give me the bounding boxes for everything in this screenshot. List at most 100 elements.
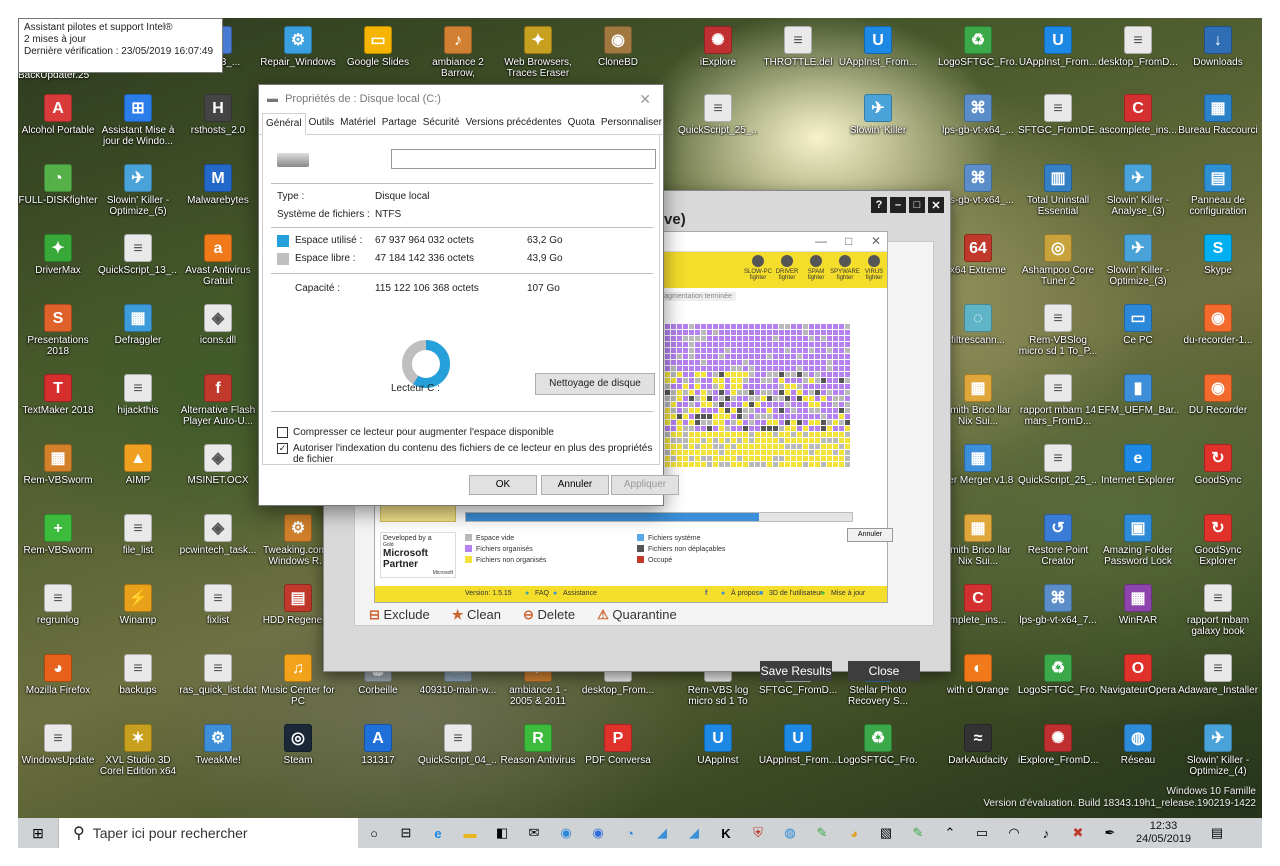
desktop-icon[interactable]: ◉ CloneBD: [578, 24, 658, 86]
fighter-link[interactable]: SPYWARE fighter: [830, 255, 860, 281]
k7-icon[interactable]: K: [712, 822, 740, 844]
desktop-icon[interactable]: ✈ Slowin' Killer - Analyse_(3): [1098, 162, 1178, 224]
desktop-icon[interactable]: M Malwarebytes: [178, 162, 258, 224]
dialog-tab[interactable]: Versions précédentes: [462, 113, 564, 134]
desktop-icon[interactable]: ✈ Slowin' Killer: [838, 92, 918, 154]
desktop-icon[interactable]: ▤ Panneau de configuration: [1178, 162, 1258, 224]
faq-link[interactable]: FAQ: [535, 586, 549, 602]
desktop-icon[interactable]: ◈ MSINET.OCX: [178, 442, 258, 504]
user-guide-link[interactable]: 3D de l'utilisateur: [769, 586, 822, 602]
dialog-tab[interactable]: Partage: [379, 113, 420, 134]
desktop-icon[interactable]: ↻ GoodSync: [1178, 442, 1258, 504]
desktop-icon[interactable]: ⚡ Winamp: [98, 582, 178, 644]
desktop-icon[interactable]: ▦ Defraggler: [98, 302, 178, 364]
desktop-icon[interactable]: ≡ QuickScript_25_...: [678, 92, 758, 154]
desktop-icon[interactable]: ≡ Adaware_Installer: [1178, 652, 1258, 714]
desktop-icon[interactable]: ≡ QuickScript_13_...: [98, 232, 178, 294]
desktop-icon[interactable]: ♪ ambiance 2 Barrow, ushuaia...: [418, 24, 498, 86]
close-button[interactable]: Close: [848, 661, 920, 681]
desktop-icon[interactable]: U UAppInst_From...: [758, 722, 838, 784]
faq-icon[interactable]: ●: [525, 586, 529, 602]
desktop-icon[interactable]: A Alcohol Portable: [18, 92, 98, 154]
app-icon[interactable]: ◕: [840, 822, 868, 844]
desktop-icon[interactable]: ≡ QuickScript_25_...: [1018, 442, 1098, 504]
desktop-icon[interactable]: ♻ LogoSFTGC_Fro...: [1018, 652, 1098, 714]
app-icon[interactable]: ▧: [872, 822, 900, 844]
desktop-icon[interactable]: ▣ Amazing Folder Password Lock: [1098, 512, 1178, 574]
search-box[interactable]: ⚲ Taper ici pour rechercher: [58, 818, 358, 848]
desktop-icon[interactable]: ✺ iExplore_FromD...: [1018, 722, 1098, 784]
scan-action[interactable]: ★ Clean: [452, 607, 501, 623]
help-icon[interactable]: ?: [871, 197, 887, 213]
desktop-icon[interactable]: ▥ Total Uninstall Essential: [1018, 162, 1098, 224]
desktop-icon[interactable]: ▭ Ce PC: [1098, 302, 1178, 364]
desktop-icon[interactable]: A 131317: [338, 722, 418, 784]
desktop-icon[interactable]: ✦ DriverMax: [18, 232, 98, 294]
cortana-icon[interactable]: ○: [360, 822, 388, 844]
mail-icon[interactable]: ✉: [520, 822, 548, 844]
index-checkbox[interactable]: ✓: [277, 443, 288, 454]
app-icon[interactable]: ◔: [616, 822, 644, 844]
compress-checkbox[interactable]: [277, 427, 288, 438]
desktop-icon[interactable]: S Presentations 2018: [18, 302, 98, 364]
chevron-up-icon[interactable]: ⌃: [936, 822, 964, 844]
task-view-icon[interactable]: ⊟: [392, 822, 420, 844]
app-icon[interactable]: ◢: [680, 822, 708, 844]
desktop-icon[interactable]: ◍ Réseau: [1098, 722, 1178, 784]
app-icon[interactable]: ◉: [552, 822, 580, 844]
update-link[interactable]: Mise à jour: [831, 586, 865, 602]
volume-icon[interactable]: ♪: [1032, 822, 1060, 844]
desktop-icon[interactable]: ⊞ Assistant Mise à jour de Windo...: [98, 92, 178, 154]
save-results-button[interactable]: Save Results: [760, 661, 832, 681]
close-icon[interactable]: ✕: [639, 85, 651, 113]
dialog-tab[interactable]: Sécurité: [420, 113, 463, 134]
dialog-tab[interactable]: Personnaliser: [598, 113, 665, 134]
desktop-icon[interactable]: ◕ Mozilla Firefox: [18, 652, 98, 714]
dialog-tab[interactable]: Général: [262, 113, 306, 135]
fighter-link[interactable]: VIRUS fighter: [859, 255, 889, 281]
app-icon[interactable]: ◢: [648, 822, 676, 844]
wifi-icon[interactable]: ◠: [1000, 822, 1028, 844]
clock[interactable]: 12:33 24/05/2019: [1136, 820, 1191, 846]
desktop-icon[interactable]: ▮ EFM_UEFM_Bar...: [1098, 372, 1178, 434]
fighter-link[interactable]: DRIVER fighter: [772, 255, 802, 281]
edge-icon[interactable]: e: [424, 822, 452, 844]
notifications-icon[interactable]: ▤: [1203, 822, 1231, 844]
desktop-icon[interactable]: ▦ WinRAR: [1098, 582, 1178, 644]
desktop-icon[interactable]: ◈ icons.dll: [178, 302, 258, 364]
security-icon[interactable]: ✖: [1064, 822, 1092, 844]
desktop-icon[interactable]: ◎ Steam: [258, 722, 338, 784]
desktop-icon[interactable]: ↓ Downloads: [1178, 24, 1258, 86]
desktop-icon[interactable]: ≡ rapport mbam 14 mars_FromD...: [1018, 372, 1098, 434]
app-icon[interactable]: ◍: [776, 822, 804, 844]
desktop-icon[interactable]: ≡ backups: [98, 652, 178, 714]
desktop-icon[interactable]: ✈ Slowin' Killer - Optimize_(3): [1098, 232, 1178, 294]
desktop-icon[interactable]: Hrsthosts_2.0: [178, 92, 258, 154]
desktop-icon[interactable]: f Alternative Flash Player Auto-U...: [178, 372, 258, 434]
desktop-icon[interactable]: ≡ hijackthis: [98, 372, 178, 434]
desktop-icon[interactable]: ≡ ras_quick_list.dat: [178, 652, 258, 714]
desktop-icon[interactable]: ≡ desktop_FromD...: [1098, 24, 1178, 86]
desktop-icon[interactable]: e Internet Explorer: [1098, 442, 1178, 504]
app-icon[interactable]: ✎: [808, 822, 836, 844]
assistance-link[interactable]: Assistance: [563, 586, 597, 602]
facebook-icon[interactable]: f: [705, 586, 707, 602]
drive-properties-dialog[interactable]: ▬ Propriétés de : Disque local (C:) ✕ Gé…: [258, 84, 679, 506]
desktop-icon[interactable]: U UAppInst: [678, 722, 758, 784]
desktop-icon[interactable]: ⚙ TweakMe!: [178, 722, 258, 784]
desktop-icon[interactable]: ▦ Rem-VBSworm: [18, 442, 98, 504]
fighter-link[interactable]: SLOW-PC fighter: [743, 255, 773, 281]
app-icon[interactable]: ◉: [584, 822, 612, 844]
file-explorer-icon[interactable]: ▬: [456, 822, 484, 844]
cancel-defrag-button[interactable]: Annuler: [847, 528, 893, 542]
desktop-icon[interactable]: S Skype: [1178, 232, 1258, 294]
scan-action[interactable]: ⊟ Exclude: [369, 607, 430, 623]
desktop-icon[interactable]: ≡ WindowsUpdate: [18, 722, 98, 784]
app-icon[interactable]: ✎: [904, 822, 932, 844]
desktop-icon[interactable]: ✺ iExplore: [678, 24, 758, 86]
desktop-icon[interactable]: ⌘ lps-gb-vt-x64_...: [938, 92, 1018, 154]
desktop-icon[interactable]: ≡ rapport mbam galaxy book: [1178, 582, 1258, 644]
desktop-icon[interactable]: ≈ DarkAudacity: [938, 722, 1018, 784]
scan-action[interactable]: ⚠ Quarantine: [597, 607, 677, 623]
desktop-icon[interactable]: U UAppInst_From...: [1018, 24, 1098, 86]
